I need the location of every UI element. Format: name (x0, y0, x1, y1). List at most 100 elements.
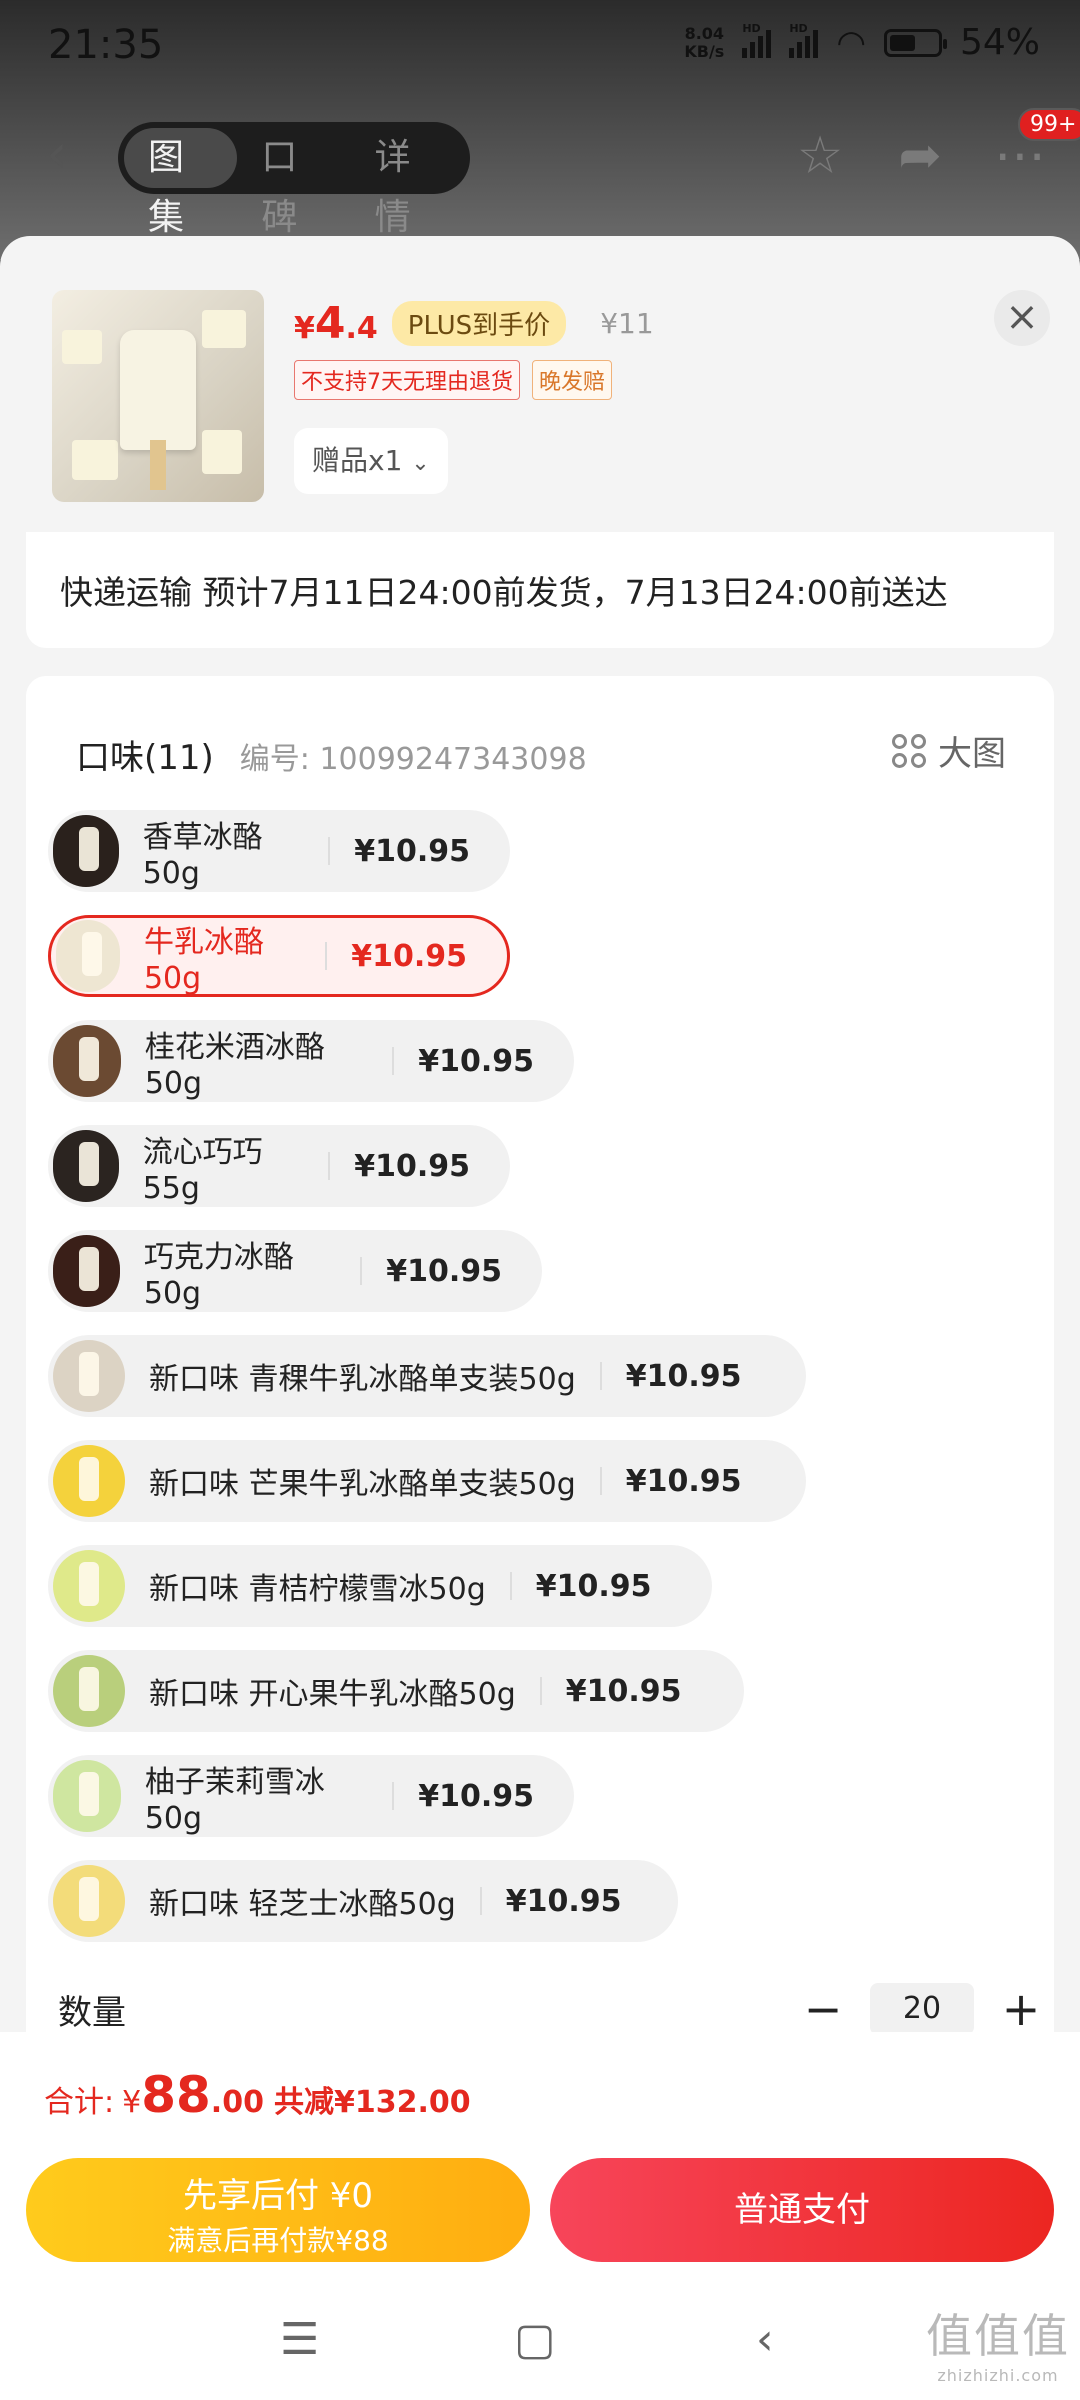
plus-button[interactable]: + (996, 1982, 1046, 2036)
system-nav-bar: ☰ ▢ ‹ (0, 2294, 1080, 2394)
flavor-thumbnail (53, 815, 119, 887)
flavor-price: ¥10.95 (351, 938, 467, 974)
flavor-thumbnail (53, 1550, 125, 1622)
flavor-header: 口味(11) 编号: 10099247343098 (76, 730, 587, 779)
late-compensation-tag: 晚发赔 (532, 360, 613, 400)
flavor-price: ¥10.95 (354, 1148, 470, 1184)
shipping-info: 快递运输 预计7月11日24:00前发货，7月13日24:00前送达 (26, 532, 1054, 648)
close-button[interactable]: × (994, 290, 1050, 346)
divider (539, 1677, 542, 1705)
product-code: 编号: 10099247343098 (239, 742, 587, 777)
tab-gallery[interactable]: 图集 (124, 128, 238, 238)
back-icon[interactable]: ‹ (46, 127, 86, 181)
flavor-option[interactable]: 新口味 开心果牛乳冰酪50g ¥10.95 (48, 1650, 744, 1732)
original-price: ¥11 (600, 307, 654, 340)
flavor-thumbnail (53, 1865, 125, 1937)
divider (599, 1362, 602, 1390)
flavor-thumbnail (53, 1445, 125, 1517)
flavor-option[interactable]: 桂花米酒冰酪50g ¥10.95 (48, 1020, 574, 1102)
battery-percent: 54% (959, 22, 1040, 63)
quantity-label: 数量 (58, 1993, 126, 2033)
back-nav-icon[interactable]: ‹ (756, 2314, 774, 2365)
home-icon[interactable]: ▢ (514, 2314, 556, 2365)
minus-button[interactable]: − (798, 1982, 848, 2036)
pay-later-button[interactable]: 先享后付 ¥0 满意后再付款¥88 (26, 2158, 530, 2262)
normal-pay-button[interactable]: 普通支付 (550, 2158, 1054, 2262)
flavor-price: ¥10.95 (418, 1043, 534, 1079)
tab-details[interactable]: 详情 (351, 128, 464, 238)
flavor-option[interactable]: 新口味 青稞牛乳冰酪单支装50g ¥10.95 (48, 1335, 806, 1417)
flavor-price: ¥10.95 (505, 1883, 622, 1919)
total-reduction: 共减¥132.00 (273, 2085, 471, 2120)
product-thumbnail[interactable] (52, 290, 264, 502)
flavor-name: 流心巧巧55g (142, 1134, 263, 1206)
flavor-option[interactable]: 牛乳冰酪50g ¥10.95 (48, 915, 510, 997)
flavor-name: 柚子茉莉雪冰50g (144, 1764, 325, 1836)
flavor-thumbnail (56, 920, 120, 992)
total-price: 合计: ¥ 88 .00 共减¥132.00 (44, 2066, 471, 2124)
grid-icon (892, 733, 926, 768)
flavor-name: 牛乳冰酪50g (143, 924, 264, 996)
network-speed: 8.04 KB/s (684, 23, 725, 61)
battery-icon (883, 28, 947, 57)
flavor-option[interactable]: 新口味 芒果牛乳冰酪单支装50g ¥10.95 (48, 1440, 806, 1522)
flavor-name: 新口味 轻芝士冰酪50g (149, 1887, 456, 1922)
flavor-price: ¥10.95 (625, 1463, 742, 1499)
flavor-thumbnail (53, 1655, 125, 1727)
flavor-thumbnail (53, 1130, 119, 1202)
more-icon[interactable]: ⋯ 99+ (990, 108, 1080, 186)
watermark: 值值值 zhizhizhi.com (926, 2309, 1070, 2385)
signal-icon: HD (742, 22, 772, 58)
divider (509, 1572, 512, 1600)
flavor-thumbnail (53, 1025, 121, 1097)
gift-selector[interactable]: 赠品x1 ⌄ (294, 428, 448, 494)
favorite-star-icon[interactable]: ☆ (790, 126, 850, 186)
signal-icon-2: HD (789, 22, 819, 58)
flavor-name: 新口味 芒果牛乳冰酪单支装50g (149, 1467, 576, 1502)
price-row: ¥4.4 PLUS到手价 ¥11 (294, 298, 654, 349)
flavor-option[interactable]: 巧克力冰酪50g ¥10.95 (48, 1230, 542, 1312)
flavor-name: 新口味 开心果牛乳冰酪50g (149, 1677, 516, 1712)
plus-price-tag: PLUS到手价 (391, 301, 567, 346)
flavor-thumbnail (53, 1760, 121, 1832)
chevron-down-icon: ⌄ (411, 451, 430, 476)
flavor-name: 香草冰酪50g (142, 819, 263, 891)
tab-switcher: 图集 口碑 详情 (118, 122, 470, 238)
flavor-option[interactable]: 香草冰酪50g ¥10.95 (48, 810, 510, 892)
flavor-name: 巧克力冰酪50g (143, 1239, 294, 1311)
flavor-price: ¥10.95 (418, 1778, 534, 1814)
flavor-price: ¥10.95 (625, 1358, 742, 1394)
menu-icon[interactable]: ☰ (280, 2314, 319, 2365)
status-time: 21:35 (48, 22, 164, 68)
divider (328, 837, 331, 865)
wifi-icon: ◠ (836, 22, 866, 63)
flavor-option[interactable]: 柚子茉莉雪冰50g ¥10.95 (48, 1755, 574, 1837)
flavor-price: ¥10.95 (535, 1568, 652, 1604)
share-icon[interactable]: ➦ (890, 126, 950, 186)
flavor-option[interactable]: 新口味 青桔柠檬雪冰50g ¥10.95 (48, 1545, 712, 1627)
flavor-thumbnail (53, 1340, 125, 1412)
bigview-toggle[interactable]: 大图 (892, 726, 1006, 775)
divider (328, 1152, 331, 1180)
checkout-bar: 合计: ¥ 88 .00 共减¥132.00 先享后付 ¥0 满意后再付款¥88… (0, 2032, 1080, 2400)
divider (392, 1782, 395, 1810)
tab-reviews[interactable]: 口碑 (237, 128, 350, 238)
flavor-price: ¥10.95 (386, 1253, 502, 1289)
flavor-option[interactable]: 流心巧巧55g ¥10.95 (48, 1125, 510, 1207)
quantity-stepper: − 20 + (798, 1982, 1046, 2036)
divider (392, 1047, 395, 1075)
flavor-name: 新口味 青稞牛乳冰酪单支装50g (149, 1362, 576, 1397)
status-bar: 21:35 8.04 KB/s HD HD ◠ 54% (0, 0, 1080, 96)
status-icons: 8.04 KB/s HD HD ◠ 54% (684, 22, 1040, 64)
sku-sheet: ¥4.4 PLUS到手价 ¥11 × 不支持7天无理由退货 晚发赔 赠品x1 ⌄… (0, 236, 1080, 2076)
divider (479, 1887, 482, 1915)
top-nav: ‹ 图集 口碑 详情 ☆ ➦ ⋯ 99+ (0, 108, 1080, 238)
divider (599, 1467, 602, 1495)
service-tags: 不支持7天无理由退货 晚发赔 (294, 360, 613, 400)
message-badge: 99+ (1018, 108, 1080, 141)
quantity-input[interactable]: 20 (870, 1983, 974, 2035)
current-price: ¥4.4 (294, 298, 378, 349)
divider (360, 1257, 363, 1285)
divider (325, 942, 328, 970)
flavor-option[interactable]: 新口味 轻芝士冰酪50g ¥10.95 (48, 1860, 678, 1942)
